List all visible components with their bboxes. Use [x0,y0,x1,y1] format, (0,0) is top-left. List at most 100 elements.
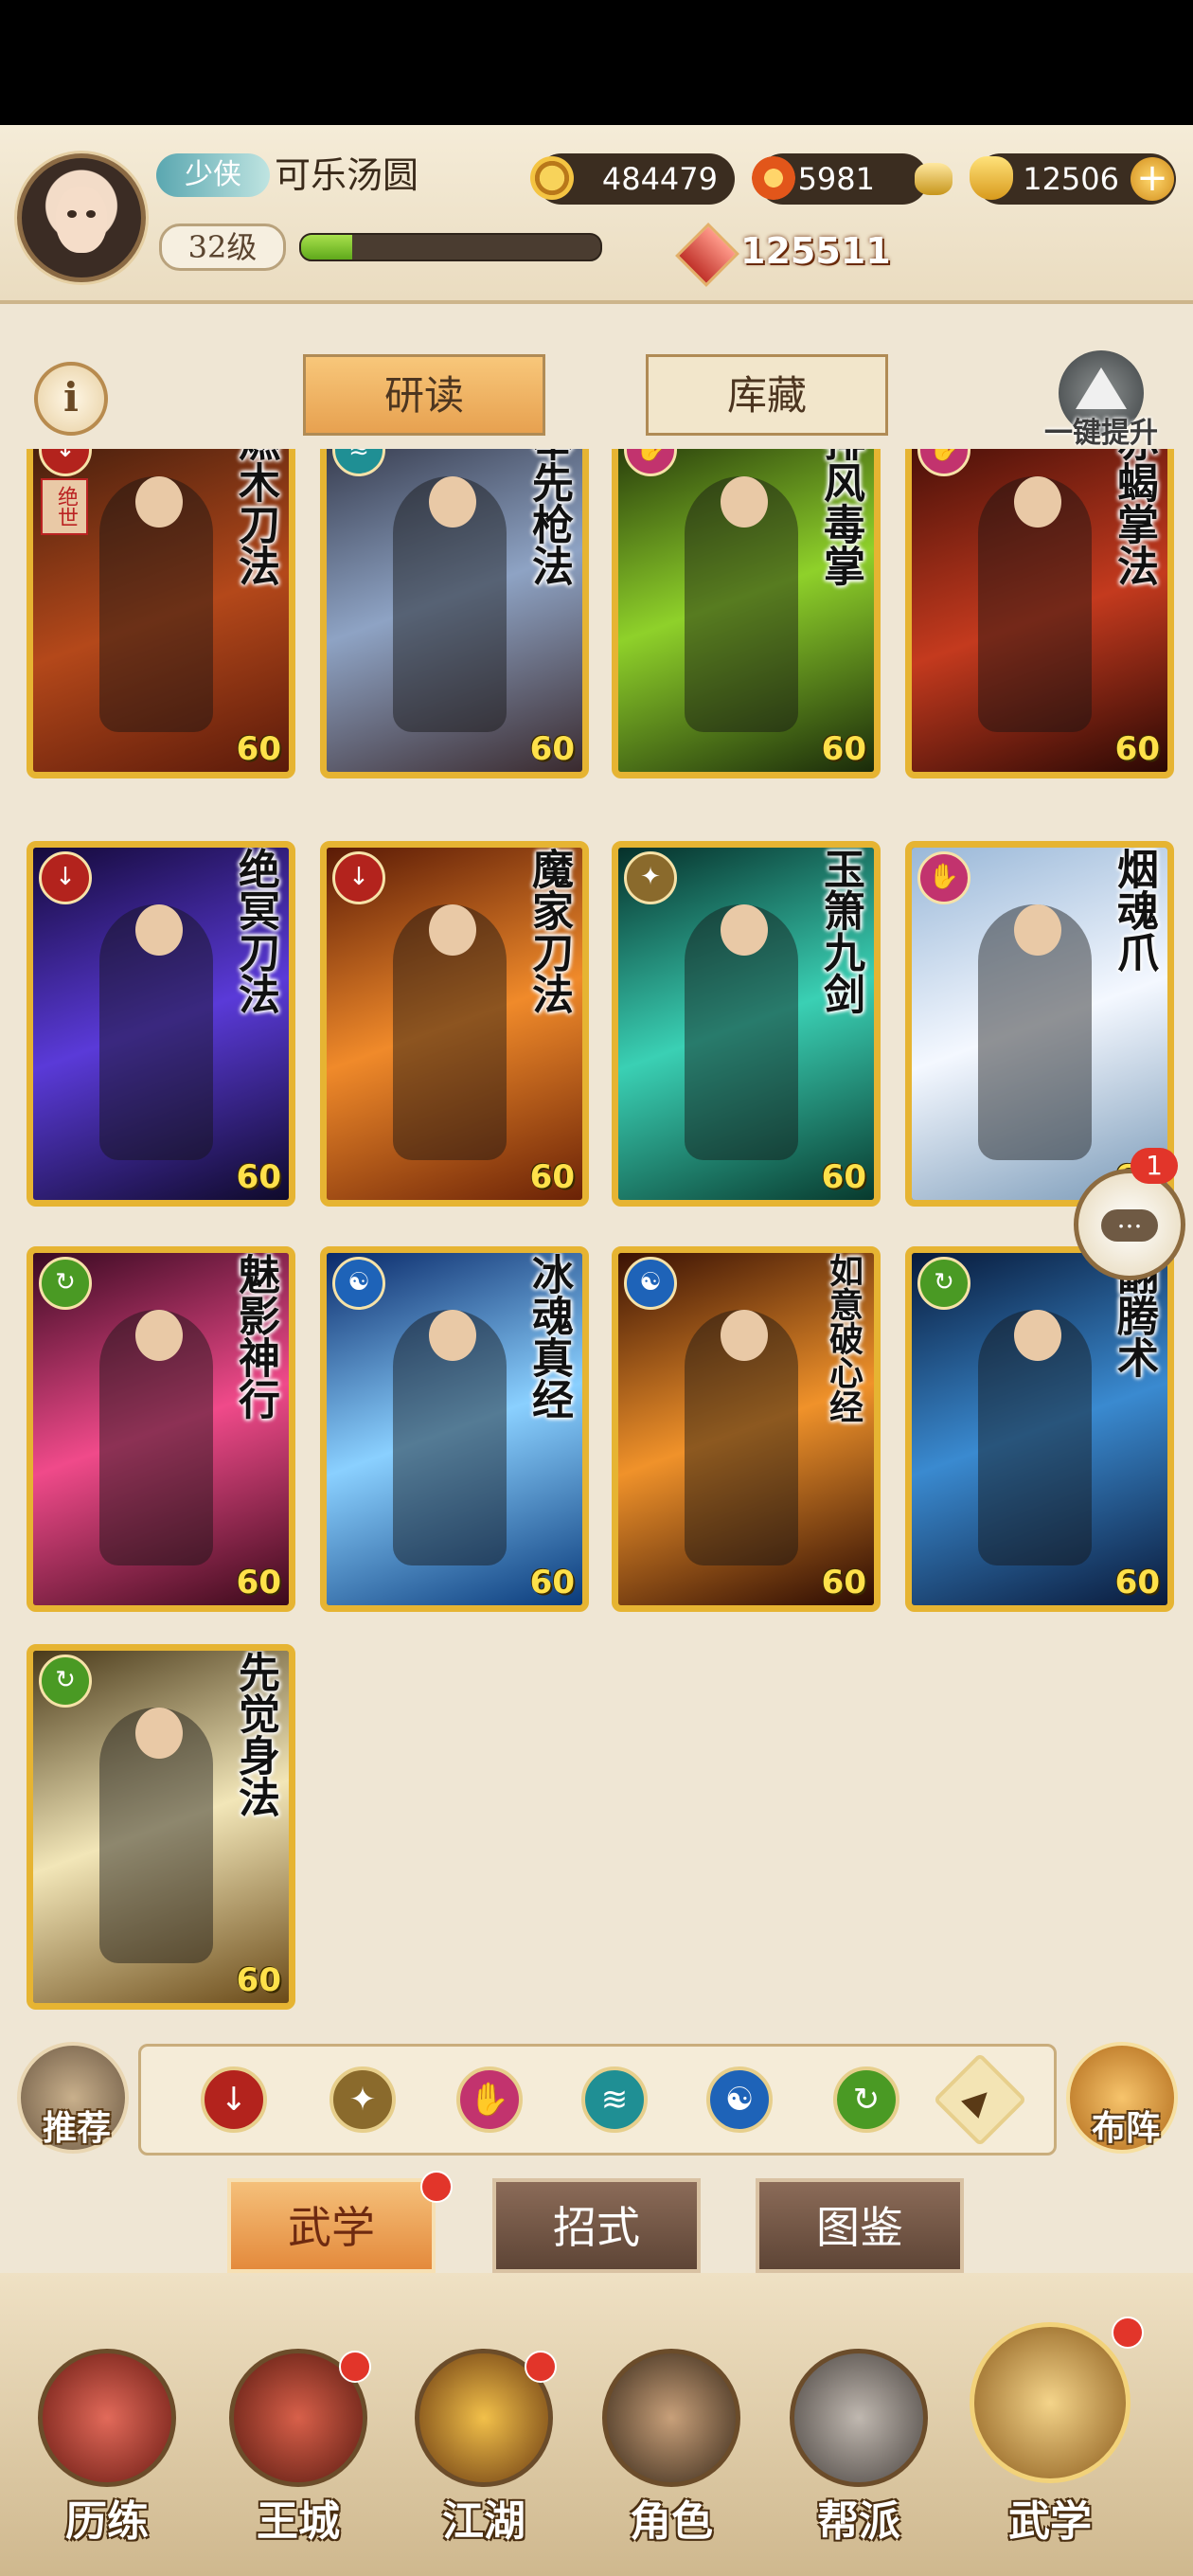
flames-value: 5981 [797,161,875,197]
avatar-eye-right [86,210,96,218]
subtab-martial[interactable]: 武学 [227,2178,436,2273]
chat-unread-badge: 1 [1131,1148,1178,1184]
chat-bubble-icon: ... [1101,1206,1158,1242]
exchange-ingot-icon[interactable] [915,163,953,195]
movement-type-icon: ↻ [39,1655,92,1708]
subtab-moves[interactable]: 招式 [492,2178,701,2273]
skill-name: 冰魂真经 [525,1253,573,1420]
one-click-upgrade-button[interactable]: 一键提升 [1030,350,1172,450]
nav-martial-arts-icon [970,2322,1131,2483]
skill-name: 排风毒掌 [816,449,864,586]
nav-label: 武学 [1008,2497,1092,2546]
skill-level: 60 [529,730,575,768]
character-head [429,476,476,528]
recommend-button[interactable]: 推荐 [17,2042,129,2154]
skill-name: 先觉身法 [231,1651,279,1817]
skill-level: 60 [1114,730,1160,768]
skill-card[interactable]: ✦ 玉箫九剑 60 [612,841,881,1207]
blade-type-icon: ↓ [332,851,385,904]
skill-level: 60 [529,1564,575,1601]
upgrade-label: 一键提升 [1044,417,1158,450]
character-head [135,904,183,956]
nav-martial-arts[interactable]: 武学 [970,2317,1144,2546]
notification-dot [1112,2317,1144,2349]
inner-icon[interactable]: ☯ [706,2066,773,2133]
add-ingots-button[interactable]: + [1131,157,1174,201]
player-header: 少侠 可乐汤圆 32级 484479 5981 12506 + 125511 [0,125,1193,304]
subtab-atlas[interactable]: 图鉴 [756,2178,964,2273]
notification-dot [525,2351,557,2383]
inner-type-icon: ☯ [624,1257,677,1310]
skill-card[interactable]: ✋ 排风毒掌 60 [612,449,881,778]
xp-bar [299,233,602,261]
skill-name: 魔家刀法 [525,848,573,1014]
xp-bar-fill [301,235,352,259]
sword-type-icon: ✦ [624,851,677,904]
skill-card[interactable]: ↻ 魅影神行 60 [27,1246,295,1612]
palm-type-icon: ✋ [917,851,970,904]
skill-level: 60 [821,730,866,768]
skill-name: 燃木刀法 [231,449,279,586]
skill-card[interactable]: ↻ 翻腾术 60 [905,1246,1174,1612]
sword-icon[interactable]: ✦ [329,2066,396,2133]
player-name: 可乐汤圆 [275,154,419,196]
coins-value: 484479 [601,161,718,197]
character-head [1014,476,1061,528]
skill-card[interactable]: ↓ 绝冥刀法 60 [27,841,295,1207]
nav-royal-city[interactable]: 王城 [218,2349,379,2557]
tab-study[interactable]: 研读 [303,354,545,436]
skill-name: 如意破心经 [824,1253,864,1423]
skill-card[interactable]: ↻ 先觉身法 60 [27,1644,295,2010]
rarity-tag: 绝世 [41,478,88,535]
skill-level: 60 [529,1158,575,1196]
fan-icon[interactable]: ≋ [581,2066,648,2133]
character-head [135,476,183,528]
nav-label: 角色 [630,2497,713,2546]
skill-card[interactable]: ☯ 冰魂真经 60 [320,1246,589,1612]
movement-icon[interactable]: ↻ [833,2066,899,2133]
nav-label: 江湖 [442,2497,525,2546]
nav-label: 帮派 [817,2497,900,2546]
skill-name: 赤蝎掌法 [1110,449,1158,586]
blade-icon[interactable]: ↓ [201,2066,267,2133]
skill-card[interactable]: ≋ 奉先枪法 60 [320,449,589,778]
skill-name: 奉先枪法 [525,449,573,586]
skill-name: 烟魂爪 [1110,848,1158,973]
avatar-eye-left [67,210,77,218]
flames-counter: 5981 [752,153,928,205]
character-head [1014,1310,1061,1361]
nav-training[interactable]: 历练 [27,2349,187,2557]
coins-counter: 484479 [530,153,735,205]
nav-character-icon [602,2349,740,2487]
character-head [721,476,768,528]
tab-storage[interactable]: 库藏 [646,354,888,436]
avatar-face [56,187,107,253]
formation-button[interactable]: 布阵 [1066,2042,1178,2154]
combat-power-value: 125511 [740,230,891,272]
skill-level: 60 [236,730,281,768]
info-button[interactable]: i [34,362,108,436]
nav-character[interactable]: 角色 [591,2349,752,2557]
player-avatar[interactable] [17,153,146,282]
nav-training-icon [38,2349,176,2487]
skill-card[interactable]: ↓ 魔家刀法 60 [320,841,589,1207]
chat-button[interactable]: ... [1074,1169,1185,1280]
nav-guild[interactable]: 帮派 [778,2349,939,2557]
gold-ingot-icon [970,156,1013,200]
formation-label: 布阵 [1091,2108,1160,2148]
palm-icon[interactable]: ✋ [456,2066,523,2133]
skill-card[interactable]: ✋烟魂爪60 [905,841,1174,1207]
skill-card[interactable]: ↓ 绝世 燃木刀法 60 [27,449,295,778]
skill-level: 60 [236,1564,281,1601]
character-head [429,1310,476,1361]
inner-type-icon: ☯ [332,1257,385,1310]
skill-card[interactable]: ☯ 如意破心经 60 [612,1246,881,1612]
skill-level: 60 [1114,1564,1160,1601]
nav-jianghu[interactable]: 江湖 [403,2349,564,2557]
skill-card[interactable]: ✋ 赤蝎掌法 60 [905,449,1174,778]
nav-guild-icon [790,2349,928,2487]
martial-notification-dot [420,2171,453,2203]
movement-type-icon: ↻ [39,1257,92,1310]
recommend-label: 推荐 [42,2108,111,2148]
nav-label: 王城 [257,2497,340,2546]
